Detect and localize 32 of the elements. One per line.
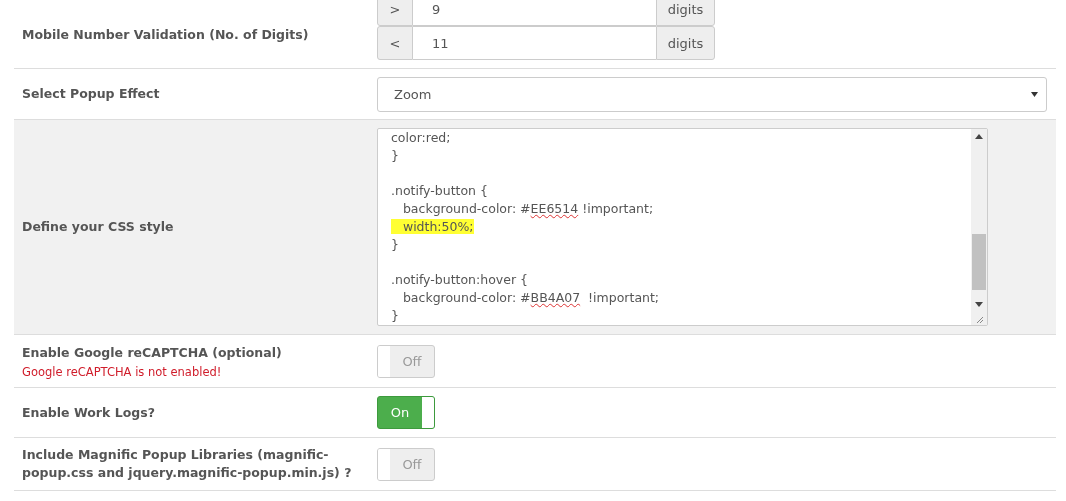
code-text: color:red; (391, 130, 451, 145)
code-text: } (391, 236, 399, 252)
scroll-up-icon[interactable] (975, 134, 983, 139)
code-text: .notify-button:hover { (391, 272, 528, 288)
warning-text: Google reCAPTCHA is not enabled! (22, 364, 223, 379)
setting-label: Select Popup Effect (22, 85, 161, 103)
operator-addon: < (377, 26, 413, 60)
operator-addon: > (377, 0, 413, 26)
scroll-down-icon[interactable] (975, 302, 983, 307)
code-text: width:50%; (391, 219, 474, 234)
code-text: background-color: # (401, 290, 531, 306)
setting-label: Mobile Number Validation (No. of Digits) (22, 26, 310, 44)
code-text: } (391, 147, 399, 163)
code-text: !important; (581, 201, 654, 217)
unit-addon: digits (656, 0, 715, 26)
resize-grip-icon[interactable] (974, 314, 984, 324)
setting-label: Enable Work Logs? (22, 403, 156, 422)
code-text: EE6514 (530, 201, 579, 217)
code-text: .notify-button { (391, 183, 488, 199)
setting-label: Define your CSS style (22, 218, 175, 236)
setting-label: Enable Google reCAPTCHA (optional) (22, 343, 283, 362)
code-text: BB4A07 (530, 290, 581, 306)
code-text: background-color: # (401, 201, 531, 217)
setting-label: Include Magnific Popup Libraries (magnific-popup.css and jquery.magnific-popup.min.js) ? (22, 446, 353, 482)
popup-effect-select[interactable]: Zoom (377, 77, 1047, 112)
code-text: } (391, 307, 399, 323)
digits-input[interactable]: 11 (413, 26, 656, 60)
caret-icon (1031, 92, 1038, 97)
code-text: !important; (587, 290, 660, 306)
scrollbar-thumb[interactable] (972, 234, 986, 290)
css-textarea[interactable]: color:red; } .notify-button { background-color: #EE6514 !important; width:50%; } .notify-button:hover { background-color: #BB4A07 !important; } (377, 128, 988, 326)
unit-addon: digits (656, 26, 715, 60)
